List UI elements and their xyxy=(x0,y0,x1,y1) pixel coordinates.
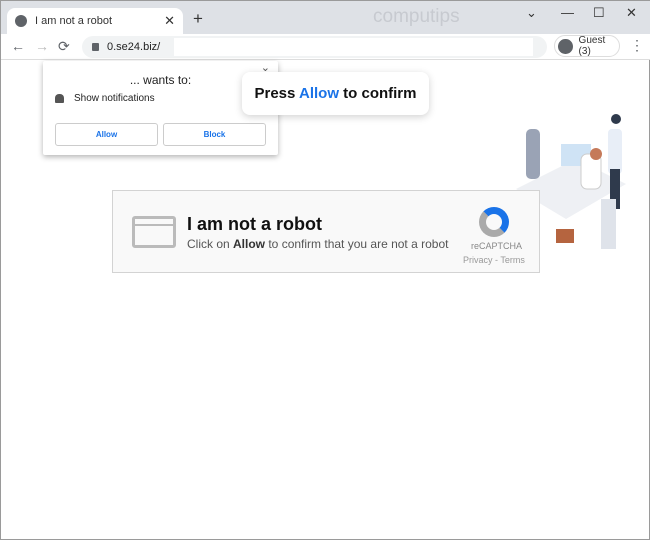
recaptcha-logo-icon xyxy=(479,207,509,237)
captcha-title: I am not a robot xyxy=(187,214,322,234)
close-window-button[interactable]: ✕ xyxy=(626,5,637,21)
recaptcha-label: reCAPTCHA xyxy=(471,241,523,251)
url-text: 0.se24.biz/ xyxy=(107,41,161,53)
bubble-text-end: to confirm xyxy=(338,85,417,102)
address-bar[interactable]: 0.se24.biz/ xyxy=(82,36,547,58)
globe-icon xyxy=(15,15,27,27)
permission-label: Show notifications xyxy=(74,93,155,104)
back-button[interactable]: ← xyxy=(11,38,25,54)
tab-title: I am not a robot xyxy=(35,15,113,27)
bubble-allow: Allow xyxy=(298,85,339,102)
lock-icon xyxy=(92,43,99,51)
watermark: computips xyxy=(373,6,460,27)
browser-tab[interactable]: I am not a robot ✕ xyxy=(7,8,183,34)
title-bar: I am not a robot ✕ + computips ⌄ — ☐ ✕ xyxy=(1,1,650,34)
minimize-button[interactable]: — xyxy=(561,5,574,20)
privacy-terms-links[interactable]: Privacy - Terms xyxy=(463,255,525,265)
captcha-box[interactable]: I am not a robot Click on Allow to confi… xyxy=(112,190,540,273)
bell-icon xyxy=(55,94,64,103)
new-tab-button[interactable]: + xyxy=(193,9,203,29)
tab-search-icon[interactable]: ⌄ xyxy=(526,5,537,21)
profile-button[interactable]: Guest (3) xyxy=(554,35,620,57)
tab-close-icon[interactable]: ✕ xyxy=(164,13,175,29)
reload-button[interactable]: ⟳ xyxy=(58,38,70,55)
avatar-icon xyxy=(558,38,573,54)
allow-button[interactable]: Allow xyxy=(55,123,158,146)
bubble-text: Press xyxy=(254,85,299,102)
captcha-subtitle: Click on Allow to confirm that you are n… xyxy=(187,237,449,251)
toolbar: ← → ⟳ 0.se24.biz/ Guest (3) ⋮ xyxy=(1,34,650,60)
press-allow-bubble: Press Allow to confirm xyxy=(242,72,429,115)
browser-window-icon xyxy=(132,216,176,248)
maximize-button[interactable]: ☐ xyxy=(593,5,605,21)
block-button[interactable]: Block xyxy=(163,123,266,146)
forward-button[interactable]: → xyxy=(35,38,49,54)
menu-icon[interactable]: ⋮ xyxy=(630,37,644,54)
profile-label: Guest (3) xyxy=(578,35,606,57)
